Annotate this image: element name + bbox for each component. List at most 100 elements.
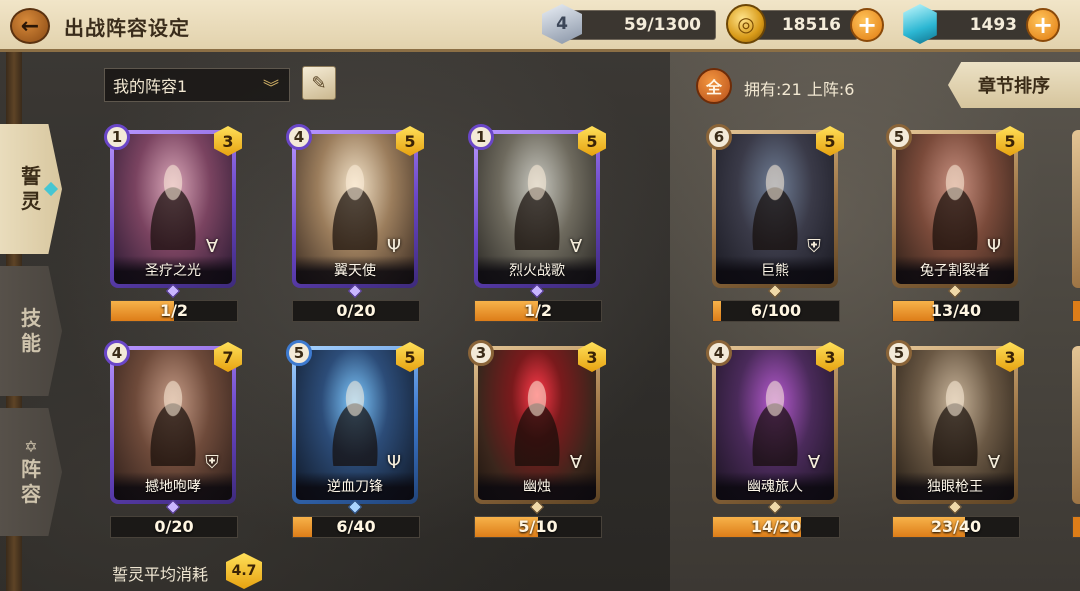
card-progress-bar: 13/40 (892, 300, 1020, 322)
card-portrait: ⛨ 撼地咆哮 (114, 350, 232, 500)
tab-label: 容 (21, 482, 41, 506)
character-figure (138, 160, 208, 250)
back-button[interactable]: ← (10, 8, 50, 44)
add-gem-button[interactable]: + (1026, 8, 1060, 42)
page-title: 出战阵容设定 (64, 16, 190, 40)
cost-badge: 6 (706, 124, 732, 150)
character-figure (920, 160, 990, 250)
card-progress-bar: 5/10 (474, 516, 602, 538)
spirit-card[interactable]: Ɐ 独眼枪王 5 3 (886, 340, 1024, 515)
spirit-card[interactable]: Ψ 逆血刀锋 5 5 (286, 340, 424, 515)
card-name: 兔子割裂者 (896, 256, 1014, 284)
card-portrait: Ψ 翼天使 (296, 134, 414, 284)
tab-label: 能 (21, 331, 41, 355)
spirit-card[interactable]: Ɐ 圣疗之光 1 3 (104, 124, 242, 299)
card-name: 巨熊 (716, 256, 834, 284)
sort-label: 章节排序 (978, 76, 1050, 97)
character-figure (502, 160, 572, 250)
avg-cost-value: 4.7 (231, 563, 257, 579)
spirit-card[interactable]: ⛨ 巨熊 6 5 (706, 124, 844, 299)
back-arrow-icon: ← (20, 13, 40, 39)
gold-coin-icon: ◎ (726, 4, 766, 44)
card-progress-bar: 23/40 (892, 516, 1020, 538)
progress-text: 0/20 (154, 517, 194, 536)
card-progress-bar: 14/20 (712, 516, 840, 538)
card-portrait: ⛨ 巨熊 (716, 134, 834, 284)
partial-progress-bar (1072, 300, 1080, 322)
avg-cost-label: 誓灵平均消耗 (112, 565, 209, 584)
cost-badge: 4 (104, 340, 130, 366)
card-progress-bar: 0/20 (292, 300, 420, 322)
partial-progress-bar (1072, 516, 1080, 538)
spirit-card[interactable]: Ψ 翼天使 4 5 (286, 124, 424, 299)
cost-badge: 1 (104, 124, 130, 150)
gem-value: 1493 (969, 15, 1017, 35)
lineup-selected: 我的阵容1 (113, 77, 188, 96)
bow-icon: Ɐ (569, 235, 583, 257)
bow-icon: Ɐ (987, 451, 1001, 473)
plus-icon: + (1032, 11, 1054, 39)
card-progress-bar: 6/40 (292, 516, 420, 538)
filter-all-label: 全 (705, 78, 722, 97)
card-name: 圣疗之光 (114, 256, 232, 284)
partial-card[interactable] (1072, 346, 1080, 504)
partial-card[interactable] (1072, 130, 1080, 288)
tab-label: 阵 (21, 457, 41, 481)
bow-icon: Ɐ (807, 451, 821, 473)
spirit-card[interactable]: Ɐ 幽烛 3 3 (468, 340, 606, 515)
top-bar: ← 出战阵容设定 59/1300 4 18516 ◎ + 1493 + (0, 0, 1080, 52)
card-name: 撼地咆哮 (114, 472, 232, 500)
card-portrait: Ψ 兔子割裂者 (896, 134, 1014, 284)
card-name: 幽烛 (478, 472, 596, 500)
spirit-card[interactable]: Ψ 兔子割裂者 5 5 (886, 124, 1024, 299)
card-name: 翼天使 (296, 256, 414, 284)
character-figure (502, 376, 572, 466)
progress-text: 23/40 (930, 517, 982, 536)
tab-label: 技 (21, 306, 41, 330)
cost-badge: 5 (886, 340, 912, 366)
tab-label: 誓 (21, 164, 41, 188)
progress-text: 1/2 (523, 301, 553, 320)
crest-icon: ✡ (24, 437, 38, 456)
character-figure (138, 376, 208, 466)
card-name: 烈火战歌 (478, 256, 596, 284)
cost-badge: 5 (886, 124, 912, 150)
bow-icon: Ɐ (205, 235, 219, 257)
card-name: 幽魂旅人 (716, 472, 834, 500)
filter-all-button[interactable]: 全 (696, 68, 732, 104)
spirit-card[interactable]: Ɐ 烈火战歌 1 5 (468, 124, 606, 299)
card-progress-bar: 6/100 (712, 300, 840, 322)
bow-icon: Ɐ (569, 451, 583, 473)
card-progress-bar: 1/2 (474, 300, 602, 322)
card-portrait: Ɐ 独眼枪王 (896, 350, 1014, 500)
character-figure (740, 376, 810, 466)
stamina-value: 59/1300 (623, 15, 701, 35)
trident-icon: Ψ (386, 235, 402, 257)
card-portrait: Ɐ 圣疗之光 (114, 134, 232, 284)
card-progress-bar: 0/20 (110, 516, 238, 538)
helmet-icon: ⛨ (807, 235, 821, 257)
character-figure (320, 160, 390, 250)
card-name: 独眼枪王 (896, 472, 1014, 500)
lineup-dropdown[interactable]: 我的阵容1 ︾ (104, 68, 290, 102)
spirit-card[interactable]: Ɐ 幽魂旅人 4 3 (706, 340, 844, 515)
add-gold-button[interactable]: + (850, 8, 884, 42)
plus-icon: + (856, 11, 878, 39)
tab-label: 灵 (21, 189, 41, 213)
stamina-level: 4 (556, 14, 568, 34)
progress-text: 6/40 (336, 517, 376, 536)
character-figure (740, 160, 810, 250)
rename-quill-icon[interactable]: ✎ (302, 66, 336, 100)
progress-text: 13/40 (930, 301, 982, 320)
trident-icon: Ψ (386, 451, 402, 473)
cost-badge: 4 (286, 124, 312, 150)
spirit-card[interactable]: ⛨ 撼地咆哮 4 7 (104, 340, 242, 515)
character-figure (920, 376, 990, 466)
helmet-icon: ⛨ (205, 451, 219, 473)
owned-count: 拥有:21 上阵:6 (744, 80, 855, 99)
progress-text: 5/10 (518, 517, 558, 536)
sort-button[interactable]: 章节排序 (948, 62, 1080, 108)
progress-text: 1/2 (159, 301, 189, 320)
chevron-down-icon: ︾ (262, 78, 279, 97)
cost-badge: 1 (468, 124, 494, 150)
